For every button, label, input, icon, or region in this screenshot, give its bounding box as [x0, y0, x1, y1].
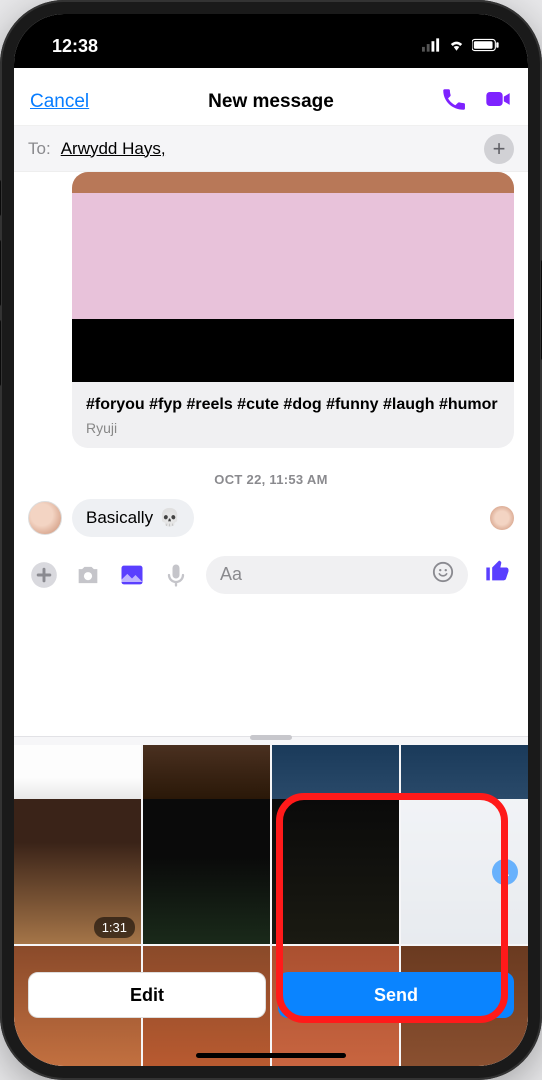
message-bubble[interactable]: Basically 💀	[72, 499, 194, 537]
selection-count-badge: 1	[492, 859, 518, 885]
video-duration-badge: 1:31	[94, 917, 135, 938]
to-label: To:	[28, 139, 51, 159]
video-thumb[interactable]: 1:31	[14, 799, 141, 944]
shared-media-author: Ryuji	[86, 420, 500, 436]
more-actions-icon[interactable]	[30, 561, 58, 589]
photo-thumb[interactable]	[143, 745, 270, 799]
nav-bar: Cancel New message	[14, 68, 528, 126]
video-call-icon[interactable]	[484, 85, 512, 113]
edit-button[interactable]: Edit	[28, 972, 266, 1018]
cellular-icon	[422, 36, 441, 57]
message-input[interactable]: Aa	[206, 556, 468, 594]
photo-thumb[interactable]	[272, 799, 399, 944]
drag-handle[interactable]	[250, 735, 292, 740]
microphone-icon[interactable]	[162, 561, 190, 589]
skull-emoji: 💀	[159, 508, 180, 528]
notch	[166, 14, 376, 46]
shared-media-caption: #foryou #fyp #reels #cute #dog #funny #l…	[86, 394, 500, 416]
cancel-button[interactable]: Cancel	[30, 91, 89, 113]
chat-area: #foryou #fyp #reels #cute #dog #funny #l…	[14, 172, 528, 736]
input-placeholder: Aa	[220, 564, 242, 585]
photo-thumb[interactable]	[401, 745, 528, 799]
composer-bar: Aa	[14, 549, 528, 601]
like-icon[interactable]	[484, 557, 512, 592]
shared-media-thumbnail	[72, 172, 514, 382]
voice-call-icon[interactable]	[440, 85, 468, 113]
emoji-picker-icon[interactable]	[432, 561, 454, 588]
wifi-icon	[447, 36, 466, 57]
clock: 12:38	[52, 36, 98, 57]
recipient-name[interactable]: Arwydd Hays,	[61, 139, 166, 159]
recipient-row: To: Arwydd Hays, +	[14, 126, 528, 172]
send-button[interactable]: Send	[278, 972, 514, 1018]
timestamp: OCT 22, 11:53 AM	[14, 472, 528, 487]
photo-thumb[interactable]	[272, 745, 399, 799]
shared-media-card[interactable]: #foryou #fyp #reels #cute #dog #funny #l…	[72, 172, 514, 448]
photo-thumb-selected[interactable]: 1	[401, 799, 528, 944]
page-title: New message	[208, 91, 334, 113]
photo-thumb[interactable]	[143, 799, 270, 944]
sender-avatar[interactable]	[28, 501, 62, 535]
battery-icon	[472, 36, 500, 57]
reaction-avatar[interactable]	[490, 506, 514, 530]
photo-picker: 1:31 1 Edit Send	[14, 736, 528, 1066]
photo-thumb[interactable]	[14, 745, 141, 799]
add-recipient-button[interactable]: +	[484, 134, 514, 164]
camera-icon[interactable]	[74, 561, 102, 589]
home-indicator[interactable]	[196, 1053, 346, 1058]
gallery-icon[interactable]	[118, 561, 146, 589]
message-text: Basically	[86, 508, 153, 528]
